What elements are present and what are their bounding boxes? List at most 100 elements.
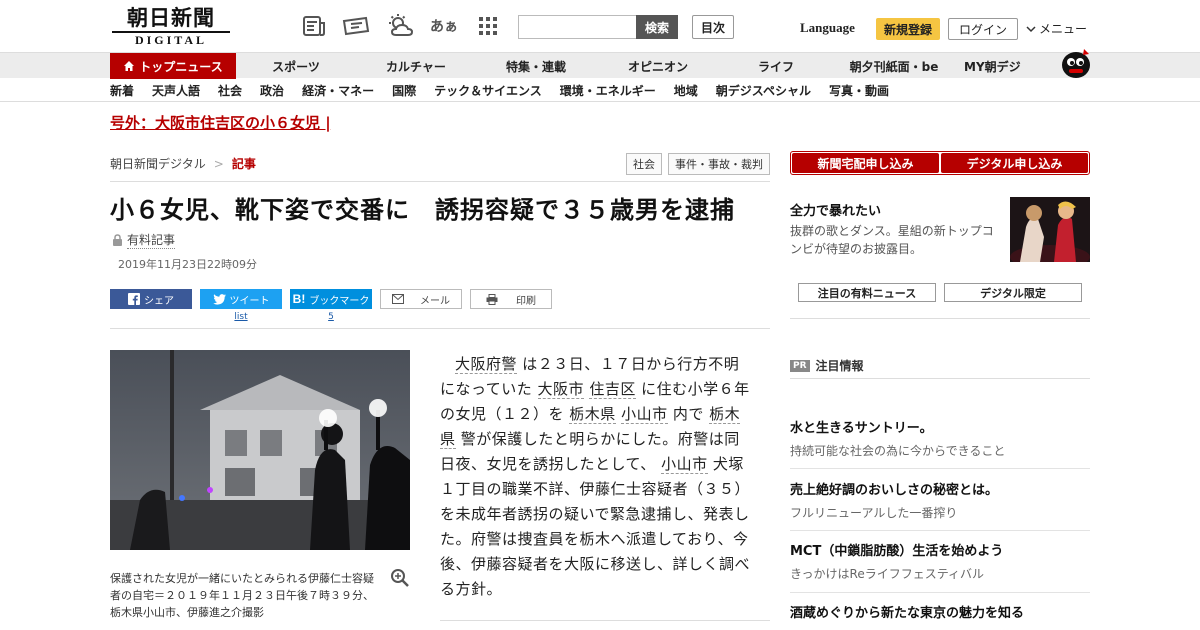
nav-top-news-label: トップニュース [139,59,223,74]
keyword-link[interactable]: 小山市 [621,405,668,424]
keyword-link[interactable]: 大阪府警 [455,355,518,374]
twitter-share-button[interactable]: ツイート list [200,289,282,322]
publish-date: 2019年11月23日22時09分 [118,258,257,271]
pr-item-title: 酒蔵めぐりから新たな東京の魅力を知る [790,606,1025,621]
pr-section-header: PR 注目情報 [790,357,864,374]
subnav-environment[interactable]: 環境・エネルギー [560,82,656,99]
nav-opinion[interactable]: オピニオン [596,53,720,79]
breadcrumb: 朝日新聞デジタル > 記事 [110,155,256,172]
tag-society[interactable]: 社会 [626,153,662,175]
tab-digital-only[interactable]: デジタル限定 [944,283,1082,302]
nav-sports[interactable]: スポーツ [236,53,356,79]
keyword-link[interactable]: 栃木県 [569,405,616,424]
divider [790,468,1090,469]
tag-incident[interactable]: 事件・事故・裁判 [668,153,770,175]
pr-item-title: MCT（中鎖脂肪酸）生活を始めよう [790,544,1004,559]
lock-icon [112,234,123,246]
pr-item[interactable]: MCT（中鎖脂肪酸）生活を始めよう きっかけはReライフフェスティバル [790,543,1090,583]
tab-premium-news[interactable]: 注目の有料ニュース [798,283,936,302]
mail-share-button[interactable]: メール [380,289,462,309]
divider [110,328,770,329]
divider [790,378,1090,379]
pr-section-title: 注目情報 [815,359,864,373]
subnav-tech-science[interactable]: テック＆サイエンス [434,82,542,99]
twitter-list-link[interactable]: list [200,312,282,322]
keyword-link[interactable]: 小山市 [661,455,708,474]
sub-navigation: 新着 天声人語 社会 政治 経済・マネー 国際 テック＆サイエンス 環境・エネル… [0,78,1200,102]
breadcrumb-current: 記事 [231,157,256,171]
subnav-politics[interactable]: 政治 [260,82,284,99]
pr-item[interactable]: 水と生きるサントリー。 持続可能な社会の為に今からできること [790,420,1090,460]
facebook-share-button[interactable]: シェア [110,289,192,309]
weather-icon[interactable] [386,13,414,39]
newspaper-subscribe-button[interactable]: 新聞宅配申し込み [792,153,939,173]
ticket-icon[interactable] [342,13,370,39]
divider [440,620,770,621]
pr-item-title: 水と生きるサントリー。 [790,421,933,436]
body-text-segment: 内で [667,405,710,423]
digital-subscribe-button[interactable]: デジタル申し込み [941,153,1088,173]
login-button[interactable]: ログイン [948,18,1018,40]
search-input[interactable] [518,15,638,39]
subnav-international[interactable]: 国際 [392,82,416,99]
facebook-icon [128,293,140,305]
nav-features[interactable]: 特集・連載 [476,53,596,79]
hatena-bookmark-label: ブックマーク [309,295,370,307]
hatena-count-link[interactable]: 5 [290,312,372,322]
article-title: 小６女児、靴下姿で交番に 誘拐容疑で３５歳男を逮捕 [110,196,735,224]
zoom-icon[interactable] [390,568,410,588]
premium-indicator[interactable]: 有料記事 [112,231,176,249]
mascot-icon[interactable] [1058,45,1092,79]
promo-description[interactable]: 抜群の歌とダンス。星組の新トップコンビが待望のお披露目。 [790,222,1002,258]
subnav-special[interactable]: 朝デジスペシャル [716,82,811,99]
menu-button[interactable]: メニュー [1026,20,1087,37]
toc-button[interactable]: 目次 [692,15,734,39]
hatena-bookmark-button[interactable]: B! ブックマーク 5 [290,289,372,322]
photo-caption: 保護された女児が一緒にいたとみられる伊藤仁士容疑者の自宅＝２０１９年１１月２３日… [110,572,374,619]
breaking-news-link[interactable]: 号外：大阪市住吉区の小６女児 | [110,112,331,133]
subnav-economy[interactable]: 経済・マネー [302,82,374,99]
subscribe-cta-bar: 新聞宅配申し込み デジタル申し込み [790,151,1090,175]
subnav-photo-video[interactable]: 写真・動画 [829,82,889,99]
subnav-latest[interactable]: 新着 [110,82,134,99]
article-photo[interactable] [110,350,410,550]
breadcrumb-home[interactable]: 朝日新聞デジタル [110,155,206,172]
print-button[interactable]: 印刷 [470,289,552,309]
language-link[interactable]: Language [800,20,855,36]
logo-wordmark: 朝日新聞 [127,5,215,30]
divider [790,530,1090,531]
mail-share-label: メール [420,295,450,307]
breadcrumb-separator: > [213,156,224,171]
site-header: 朝日新聞 DIGITAL あぁ 検索 目次 Language 新規登録 ログイン… [0,0,1200,52]
menu-label: メニュー [1039,22,1088,36]
font-size-icon[interactable]: あぁ [430,13,458,39]
divider [110,181,770,182]
subnav-society[interactable]: 社会 [218,82,242,99]
body-text-segment: 犬塚１丁目の職業不詳、伊藤仁士容疑者（３５）を未成年者誘拐の疑いで緊急逮捕し、発… [440,455,751,598]
nav-my-asadigi[interactable]: MY朝デジ [956,53,1056,79]
nav-life[interactable]: ライフ [720,53,832,79]
nav-print-edition[interactable]: 朝夕刊紙面・be [832,53,956,79]
pr-badge: PR [790,359,810,372]
register-button[interactable]: 新規登録 [876,18,940,40]
premium-label: 有料記事 [127,233,176,249]
subnav-region[interactable]: 地域 [674,82,698,99]
pr-item[interactable]: 売上絶好調のおいしさの秘密とは。 フルリニューアルした一番搾り [790,482,1090,522]
promo-image[interactable] [1010,197,1090,262]
site-logo[interactable]: 朝日新聞 DIGITAL [112,5,230,47]
pr-item[interactable]: 酒蔵めぐりから新たな東京の魅力を知る [790,605,1090,623]
pr-item-title: 売上絶好調のおいしさの秘密とは。 [790,483,999,498]
article-body: 大阪府警 は２３日、１７日から行方不明になっていた 大阪市 住吉区 に住む小学６… [440,352,750,602]
nav-top-news[interactable]: トップニュース [110,53,236,79]
subnav-tensei-jingo[interactable]: 天声人語 [152,82,200,99]
divider [790,318,1090,319]
newspaper-icon[interactable] [300,13,328,39]
search-button[interactable]: 検索 [636,15,678,39]
keyword-link[interactable]: 大阪市 [537,380,585,399]
promo-title[interactable]: 全力で暴れたい [790,200,881,219]
keyword-link[interactable]: 住吉区 [589,380,636,399]
twitter-icon [212,293,226,305]
nav-culture[interactable]: カルチャー [356,53,476,79]
twitter-share-label: ツイート [229,295,270,307]
grid-icon[interactable] [474,13,502,39]
